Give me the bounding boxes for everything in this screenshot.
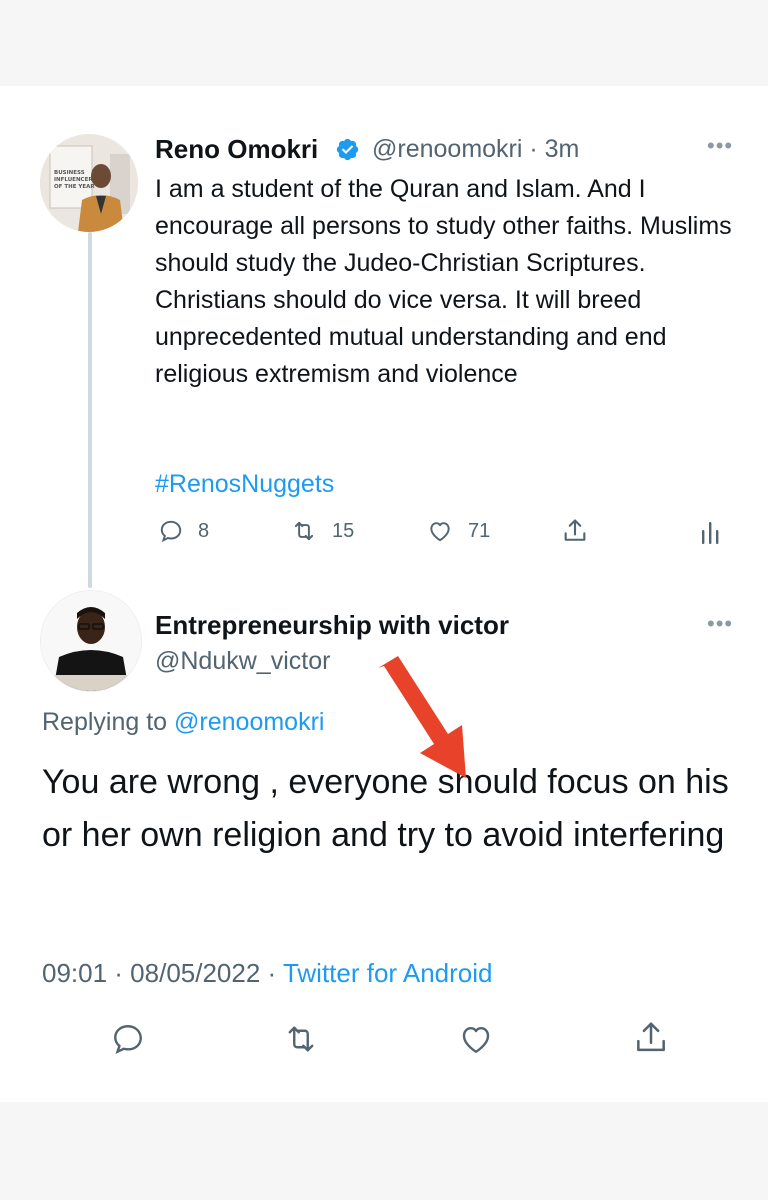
svg-text:OF THE YEAR: OF THE YEAR bbox=[54, 184, 95, 190]
more-icon[interactable]: ••• bbox=[707, 135, 733, 157]
reply-bottom-retweet-icon[interactable] bbox=[282, 1021, 320, 1057]
like-count: 71 bbox=[468, 519, 491, 542]
reply-icon bbox=[158, 518, 184, 544]
reno-handle-time: @renoomokri · 3m bbox=[372, 135, 580, 163]
analytics-icon[interactable] bbox=[700, 518, 724, 546]
verified-badge-icon bbox=[335, 137, 360, 162]
reply-bottom-like-icon[interactable] bbox=[457, 1021, 495, 1057]
retweet-action[interactable]: 15 bbox=[290, 518, 354, 544]
replying-to-line: Replying to @renoomokri bbox=[42, 706, 324, 738]
reply-bottom-share-icon[interactable] bbox=[632, 1019, 670, 1057]
reply-more-icon[interactable]: ••• bbox=[707, 613, 733, 635]
source-link[interactable]: Twitter for Android bbox=[283, 958, 493, 988]
timestamp: 09:01 · 08/05/2022 · bbox=[42, 958, 283, 988]
red-arrow bbox=[370, 650, 480, 785]
timestamp-line: 09:01 · 08/05/2022 · Twitter for Android bbox=[42, 956, 492, 990]
reply-bottom-reply-icon[interactable] bbox=[110, 1021, 146, 1057]
like-action[interactable]: 71 bbox=[426, 518, 490, 544]
like-icon bbox=[426, 518, 454, 544]
victor-author-name[interactable]: Entrepreneurship with victor bbox=[155, 609, 509, 641]
share-icon[interactable] bbox=[561, 517, 589, 545]
reply-count: 8 bbox=[198, 519, 210, 542]
reno-avatar[interactable]: BUSINESS INFLUENCER OF THE YEAR bbox=[40, 134, 138, 232]
svg-text:BUSINESS: BUSINESS bbox=[54, 170, 85, 176]
reno-tweet-text: I am a student of the Quran and Islam. A… bbox=[155, 175, 732, 388]
replying-to-link[interactable]: @renoomokri bbox=[174, 708, 324, 736]
victor-handle: @Ndukw_victor bbox=[155, 647, 331, 675]
thread-line bbox=[88, 232, 92, 588]
hashtag-link[interactable]: #RenosNuggets bbox=[155, 467, 334, 501]
replying-prefix: Replying to bbox=[42, 708, 175, 736]
retweet-icon bbox=[290, 518, 318, 544]
retweet-count: 15 bbox=[332, 519, 355, 542]
reno-author-name[interactable]: Reno Omokri bbox=[155, 133, 318, 165]
victor-avatar[interactable] bbox=[40, 590, 142, 692]
reply-action[interactable]: 8 bbox=[158, 518, 209, 544]
svg-text:INFLUENCER: INFLUENCER bbox=[54, 177, 93, 183]
